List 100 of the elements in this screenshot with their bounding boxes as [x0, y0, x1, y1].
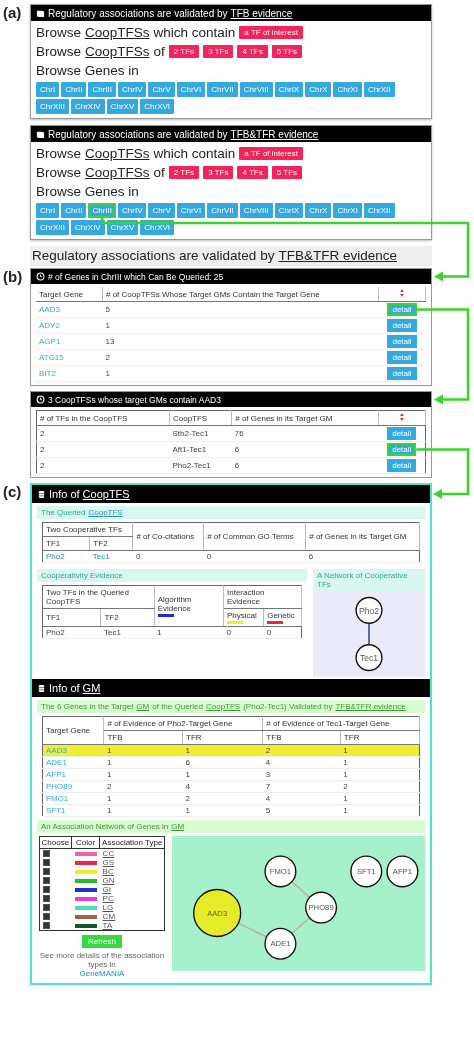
gene-link[interactable]: AGP1 [39, 337, 61, 346]
type-link[interactable]: CM [102, 912, 116, 921]
chromosome-button[interactable]: ChrI [36, 203, 60, 218]
column-header[interactable]: # of Genes in its Target GM [231, 410, 379, 426]
tf-button[interactable]: a TF of interest [239, 147, 303, 160]
column-header[interactable]: TFR [340, 730, 420, 745]
chromosome-button[interactable]: ChrVIII [239, 82, 273, 97]
gene-row[interactable]: AFP1 1 1 3 1 [42, 768, 420, 781]
chromosome-button[interactable]: ChrV [148, 203, 175, 218]
tf-count-button[interactable]: 5 TFs [271, 45, 303, 58]
cooptfs-link[interactable]: CoopTFSs [85, 25, 150, 40]
chromosome-button[interactable]: ChrVII [207, 82, 238, 97]
gm-link[interactable]: GM [171, 822, 185, 831]
checkbox[interactable] [42, 859, 50, 866]
chromosome-button[interactable]: ChrII [61, 82, 87, 97]
checkbox[interactable] [42, 877, 50, 884]
chromosome-button[interactable]: ChrIV [118, 82, 147, 97]
detail-button[interactable]: detail [387, 319, 417, 332]
column-header[interactable]: TFB [103, 730, 183, 745]
evidence-link[interactable]: TFB evidence [230, 7, 293, 19]
gene-row[interactable]: FMO1 1 2 4 1 [42, 792, 420, 805]
evidence-link[interactable]: TFB&TFR evidence [230, 128, 319, 140]
tf-count-button[interactable]: 5 TFs [271, 166, 303, 179]
column-header[interactable]: Target Gene [42, 716, 104, 745]
checkbox[interactable] [42, 850, 50, 857]
detail-button[interactable]: detail [387, 367, 417, 380]
gene-row[interactable]: AAD3 1 1 2 1 [42, 744, 420, 757]
detail-button[interactable]: detail [387, 459, 417, 472]
detail-button[interactable]: detail [387, 443, 417, 456]
chromosome-button[interactable]: ChrV [148, 82, 175, 97]
chromosome-button[interactable]: ChrVI [176, 203, 206, 218]
cooptfs-link[interactable]: CoopTFSs [85, 44, 150, 59]
checkbox[interactable] [42, 913, 50, 920]
tf-count-button[interactable]: 4 TFs [237, 166, 268, 179]
type-link[interactable]: BC [102, 867, 114, 876]
note-link[interactable]: GeneMANIA [79, 969, 125, 978]
gene-row[interactable]: SFT1 1 1 5 1 [42, 804, 420, 817]
chromosome-button[interactable]: ChrXII [363, 203, 395, 218]
checkbox[interactable] [42, 895, 50, 902]
column-header[interactable]: TFB [262, 730, 341, 745]
detail-button[interactable]: detail [387, 335, 417, 348]
cooptfs-link[interactable]: CoopTFSs [85, 165, 150, 180]
chromosome-button[interactable]: ChrIX [274, 82, 304, 97]
title-link[interactable]: CoopTFS [205, 702, 241, 711]
gene-link[interactable]: PHO89 [46, 782, 73, 791]
type-link[interactable]: LG [102, 903, 114, 912]
network-node[interactable]: Tec1 [355, 644, 383, 672]
chromosome-button[interactable]: ChrVI [176, 82, 206, 97]
chromosome-button[interactable]: ChrIX [274, 203, 304, 218]
tf-button[interactable]: a TF of interest [239, 26, 303, 39]
type-link[interactable]: PC [102, 894, 114, 903]
tf-count-button[interactable]: 2 TFs [168, 45, 200, 58]
gene-row[interactable]: ADE1 1 6 4 1 [42, 756, 420, 769]
chromosome-button[interactable]: ChrVIII [239, 203, 273, 218]
chromosome-button[interactable]: ChrXIV [70, 220, 105, 235]
chromosome-button[interactable]: ChrXIII [36, 99, 69, 114]
checkbox[interactable] [42, 868, 50, 875]
chromosome-button[interactable]: ChrVII [207, 203, 238, 218]
sort-icon[interactable] [400, 289, 404, 297]
sort-icon[interactable] [400, 413, 404, 421]
type-link[interactable]: GS [102, 858, 115, 867]
network-node[interactable]: Pho2 [355, 596, 383, 624]
column-header[interactable]: CoopTFS [169, 410, 232, 426]
chromosome-button[interactable]: ChrIII [88, 203, 117, 218]
checkbox[interactable] [42, 886, 50, 893]
chromosome-button[interactable]: ChrX [305, 203, 332, 218]
gene-link[interactable]: SFT1 [46, 806, 66, 815]
chromosome-button[interactable]: ChrII [61, 203, 87, 218]
column-header[interactable]: Target Gene [36, 287, 103, 302]
refresh-button[interactable]: Refresh [82, 935, 122, 948]
chromosome-button[interactable]: ChrXI [333, 82, 362, 97]
tf-count-button[interactable]: 4 TFs [237, 45, 268, 58]
gene-link[interactable]: ADE1 [46, 758, 67, 767]
chromosome-button[interactable]: ChrXVI [140, 99, 175, 114]
chromosome-button[interactable]: ChrIII [88, 82, 117, 97]
gene-link[interactable]: ADY2 [39, 321, 60, 330]
checkbox[interactable] [42, 904, 50, 911]
chromosome-button[interactable]: ChrI [36, 82, 60, 97]
title-link[interactable]: GM [136, 702, 150, 711]
chromosome-button[interactable]: ChrXIV [70, 99, 105, 114]
chromosome-button[interactable]: ChrXV [106, 99, 139, 114]
chromosome-button[interactable]: ChrXIII [36, 220, 69, 235]
gene-link[interactable]: ATG15 [39, 353, 64, 362]
evidence-link[interactable]: TFB&TFR evidence [278, 248, 397, 263]
type-link[interactable]: GN [102, 876, 115, 885]
column-header[interactable]: # of TFs in the CoopTFS [36, 410, 170, 426]
title-link[interactable]: TFB&TFR evidence [335, 702, 406, 711]
type-link[interactable]: CC [102, 849, 115, 858]
gene-link[interactable]: BIT2 [39, 369, 56, 378]
column-header[interactable]: # of CoopTFSs Whose Target GMs Contain the Target Gene [102, 287, 379, 302]
detail-button[interactable]: detail [387, 303, 417, 316]
detail-button[interactable]: detail [387, 427, 417, 440]
chromosome-button[interactable]: ChrX [305, 82, 332, 97]
cooptfs-link[interactable]: CoopTFS [88, 508, 123, 517]
gene-link[interactable]: AFP1 [46, 770, 66, 779]
gm-link[interactable]: GM [82, 682, 101, 694]
type-link[interactable]: TA [102, 921, 113, 930]
detail-button[interactable]: detail [387, 351, 417, 364]
tf-count-button[interactable]: 2 TFs [168, 166, 200, 179]
tf-count-button[interactable]: 3 TFs [203, 166, 234, 179]
